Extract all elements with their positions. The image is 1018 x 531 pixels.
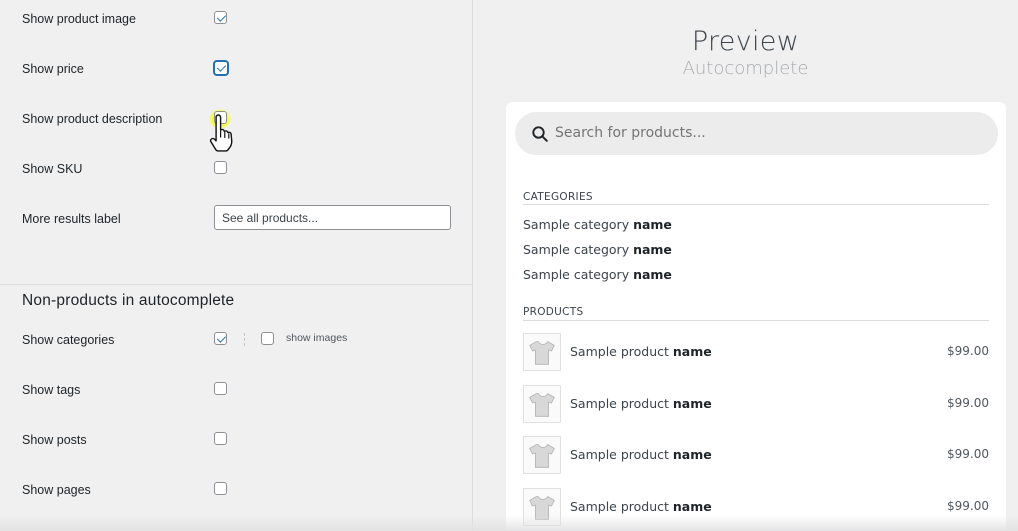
product-name-bold: name: [672, 447, 712, 462]
category-item-text: Sample category: [523, 217, 630, 232]
show-price-label: Show price: [22, 62, 84, 76]
category-item[interactable]: Sample category name: [523, 217, 672, 232]
more-results-input[interactable]: [214, 205, 451, 230]
row-show-product-description: Show product description: [22, 109, 214, 129]
settings-panel: Show product image Show price Show produ…: [0, 0, 472, 531]
show-posts-label: Show posts: [22, 433, 87, 447]
product-name: Sample product name: [570, 344, 712, 359]
product-name-bold: name: [672, 396, 712, 411]
categories-group-line: [523, 204, 989, 205]
hand-pointer-cursor-icon: [209, 114, 233, 152]
row-show-product-image: Show product image: [22, 9, 214, 29]
categories-group-title: CATEGORIES: [523, 191, 593, 203]
product-price: $99.00: [947, 499, 989, 513]
product-price: $99.00: [947, 344, 989, 358]
show-sku-label: Show SKU: [22, 162, 83, 176]
search-input[interactable]: [555, 112, 975, 155]
show-product-image-checkbox[interactable]: [214, 11, 227, 24]
row-show-sku: Show SKU: [22, 159, 214, 179]
show-tags-checkbox[interactable]: [214, 382, 227, 395]
product-name-text: Sample product: [570, 499, 669, 514]
show-price-checkbox[interactable]: [214, 61, 228, 75]
category-item-bold: name: [633, 242, 672, 257]
search-icon: [532, 126, 548, 142]
product-item[interactable]: Sample product name $99.00: [523, 333, 989, 371]
show-images-checkbox[interactable]: [261, 332, 274, 345]
preview-title: Preview: [691, 26, 800, 57]
category-item-text: Sample category: [523, 267, 630, 282]
show-posts-checkbox[interactable]: [214, 432, 227, 445]
product-item[interactable]: Sample product name $99.00: [523, 385, 989, 423]
show-product-image-label: Show product image: [22, 12, 136, 26]
show-categories-checkbox[interactable]: [214, 332, 227, 345]
show-pages-checkbox[interactable]: [214, 482, 227, 495]
product-name-text: Sample product: [570, 396, 669, 411]
show-tags-label: Show tags: [22, 383, 81, 397]
preview-panel: Preview Autocomplete CATEGORIES Sample c…: [473, 0, 1018, 531]
category-item-text: Sample category: [523, 242, 630, 257]
row-show-tags: Show tags: [22, 380, 214, 400]
option-separator: [244, 333, 245, 346]
show-images-label: show images: [286, 332, 348, 344]
row-more-results-label: More results label: [22, 209, 214, 229]
search-box[interactable]: [515, 112, 998, 155]
product-name: Sample product name: [570, 396, 712, 411]
product-name: Sample product name: [570, 499, 712, 514]
section-divider: [0, 284, 472, 285]
category-item-bold: name: [633, 267, 672, 282]
product-name-text: Sample product: [570, 344, 669, 359]
product-name-bold: name: [672, 344, 712, 359]
product-thumbnail: [523, 333, 561, 371]
row-show-price: Show price: [22, 59, 214, 79]
autocomplete-preview-card: CATEGORIES Sample category name Sample c…: [506, 102, 1006, 531]
preview-subtitle: Autocomplete: [682, 58, 809, 79]
tshirt-icon: [529, 341, 555, 365]
category-item[interactable]: Sample category name: [523, 267, 672, 282]
category-item[interactable]: Sample category name: [523, 242, 672, 257]
product-name-bold: name: [672, 499, 712, 514]
product-name: Sample product name: [570, 447, 712, 462]
product-thumbnail: [523, 436, 561, 474]
product-name-text: Sample product: [570, 447, 669, 462]
products-group-title: PRODUCTS: [523, 306, 584, 318]
bottom-fade: [0, 515, 1018, 531]
tshirt-icon: [529, 444, 555, 468]
show-pages-label: Show pages: [22, 483, 91, 497]
show-sku-checkbox[interactable]: [214, 161, 227, 174]
product-price: $99.00: [947, 447, 989, 461]
row-show-pages: Show pages: [22, 480, 214, 500]
products-group-line: [523, 320, 989, 321]
product-item[interactable]: Sample product name $99.00: [523, 436, 989, 474]
show-product-description-label: Show product description: [22, 112, 163, 126]
category-item-bold: name: [633, 217, 672, 232]
product-thumbnail: [523, 385, 561, 423]
row-show-posts: Show posts: [22, 430, 214, 450]
row-show-categories: Show categories: [22, 330, 214, 350]
product-price: $99.00: [947, 396, 989, 410]
show-categories-label: Show categories: [22, 333, 115, 347]
non-products-section-title: Non-products in autocomplete: [22, 292, 235, 309]
more-results-label: More results label: [22, 212, 121, 226]
tshirt-icon: [529, 393, 555, 417]
